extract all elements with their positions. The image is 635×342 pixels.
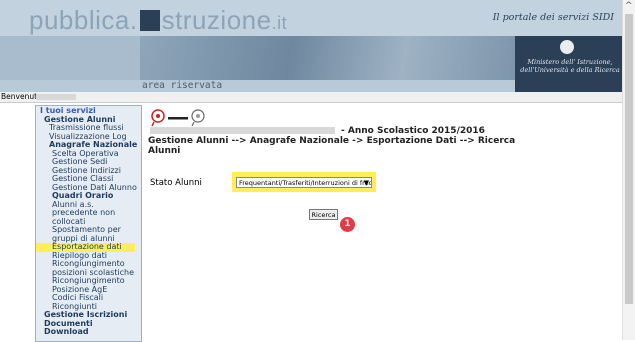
page-scrollbar[interactable]: ^ xyxy=(622,0,635,340)
sidebar-item-ricongiungimento-age[interactable]: Ricongiungimento Posizione AgE xyxy=(36,276,141,294)
app-logo-icon xyxy=(151,109,205,127)
area-riservata-label: area riservata xyxy=(142,80,223,91)
welcome-bar: Benvenuto, xyxy=(0,92,622,103)
step-badge: 1 xyxy=(340,217,355,232)
username-redacted xyxy=(36,94,76,100)
school-year: - Anno Scolastico 2015/2016 xyxy=(341,126,485,136)
dash-mark xyxy=(168,117,188,120)
breadcrumb: Gestione Alunni --> Anagrafe Nazionale -… xyxy=(148,136,516,156)
scrollbar-thumb[interactable] xyxy=(625,14,633,304)
scroll-up-icon[interactable]: ^ xyxy=(625,1,633,11)
logo-text-left: pubblica. xyxy=(29,5,138,35)
gray-face-icon xyxy=(191,109,205,127)
ministry-name: Ministero dell' Istruzione, dell'Univers… xyxy=(520,58,620,74)
ricerca-button[interactable]: Ricerca xyxy=(309,209,338,220)
stato-alunni-select[interactable]: Frequentanti/Trasferiti/Interruzioni di … xyxy=(236,177,372,188)
republic-emblem-icon xyxy=(560,40,574,54)
stato-alunni-label: Stato Alunni xyxy=(150,178,202,188)
logo-text-right: struzione xyxy=(161,5,272,35)
sidebar-item-ricongiungimento-posizioni[interactable]: Ricongiungimento posizioni scolastiche xyxy=(36,259,141,277)
site-header: pubblica. struzione.it Il portale dei ser… xyxy=(0,0,622,92)
portal-motto: Il portale dei servizi SIDI xyxy=(492,12,614,23)
services-sidebar: I tuoi servizi Gestione Alunni Trasmissi… xyxy=(35,105,142,342)
sidebar-item-codici-fiscali[interactable]: Codici Fiscali Ricongiunti xyxy=(36,293,141,311)
area-bar xyxy=(0,80,515,92)
stato-alunni-value: Frequentanti/Trasferiti/Interruzioni di … xyxy=(239,179,372,187)
logo-tld: .it xyxy=(271,13,288,33)
logo-i-icon xyxy=(139,10,160,31)
sidebar-item-alunni-precedente[interactable]: Alunni a.s. precedente non collocati xyxy=(36,200,141,227)
sidebar-item-spostamento-gruppi[interactable]: Spostamento per gruppi di alunni xyxy=(36,225,141,243)
sidebar-item-download[interactable]: Download xyxy=(36,327,141,337)
header-photo xyxy=(140,36,515,80)
institution-name-redacted xyxy=(150,127,335,134)
site-logo[interactable]: pubblica. struzione.it xyxy=(29,5,287,36)
red-face-icon xyxy=(151,109,165,127)
chevron-down-icon: ▼ xyxy=(363,179,369,187)
